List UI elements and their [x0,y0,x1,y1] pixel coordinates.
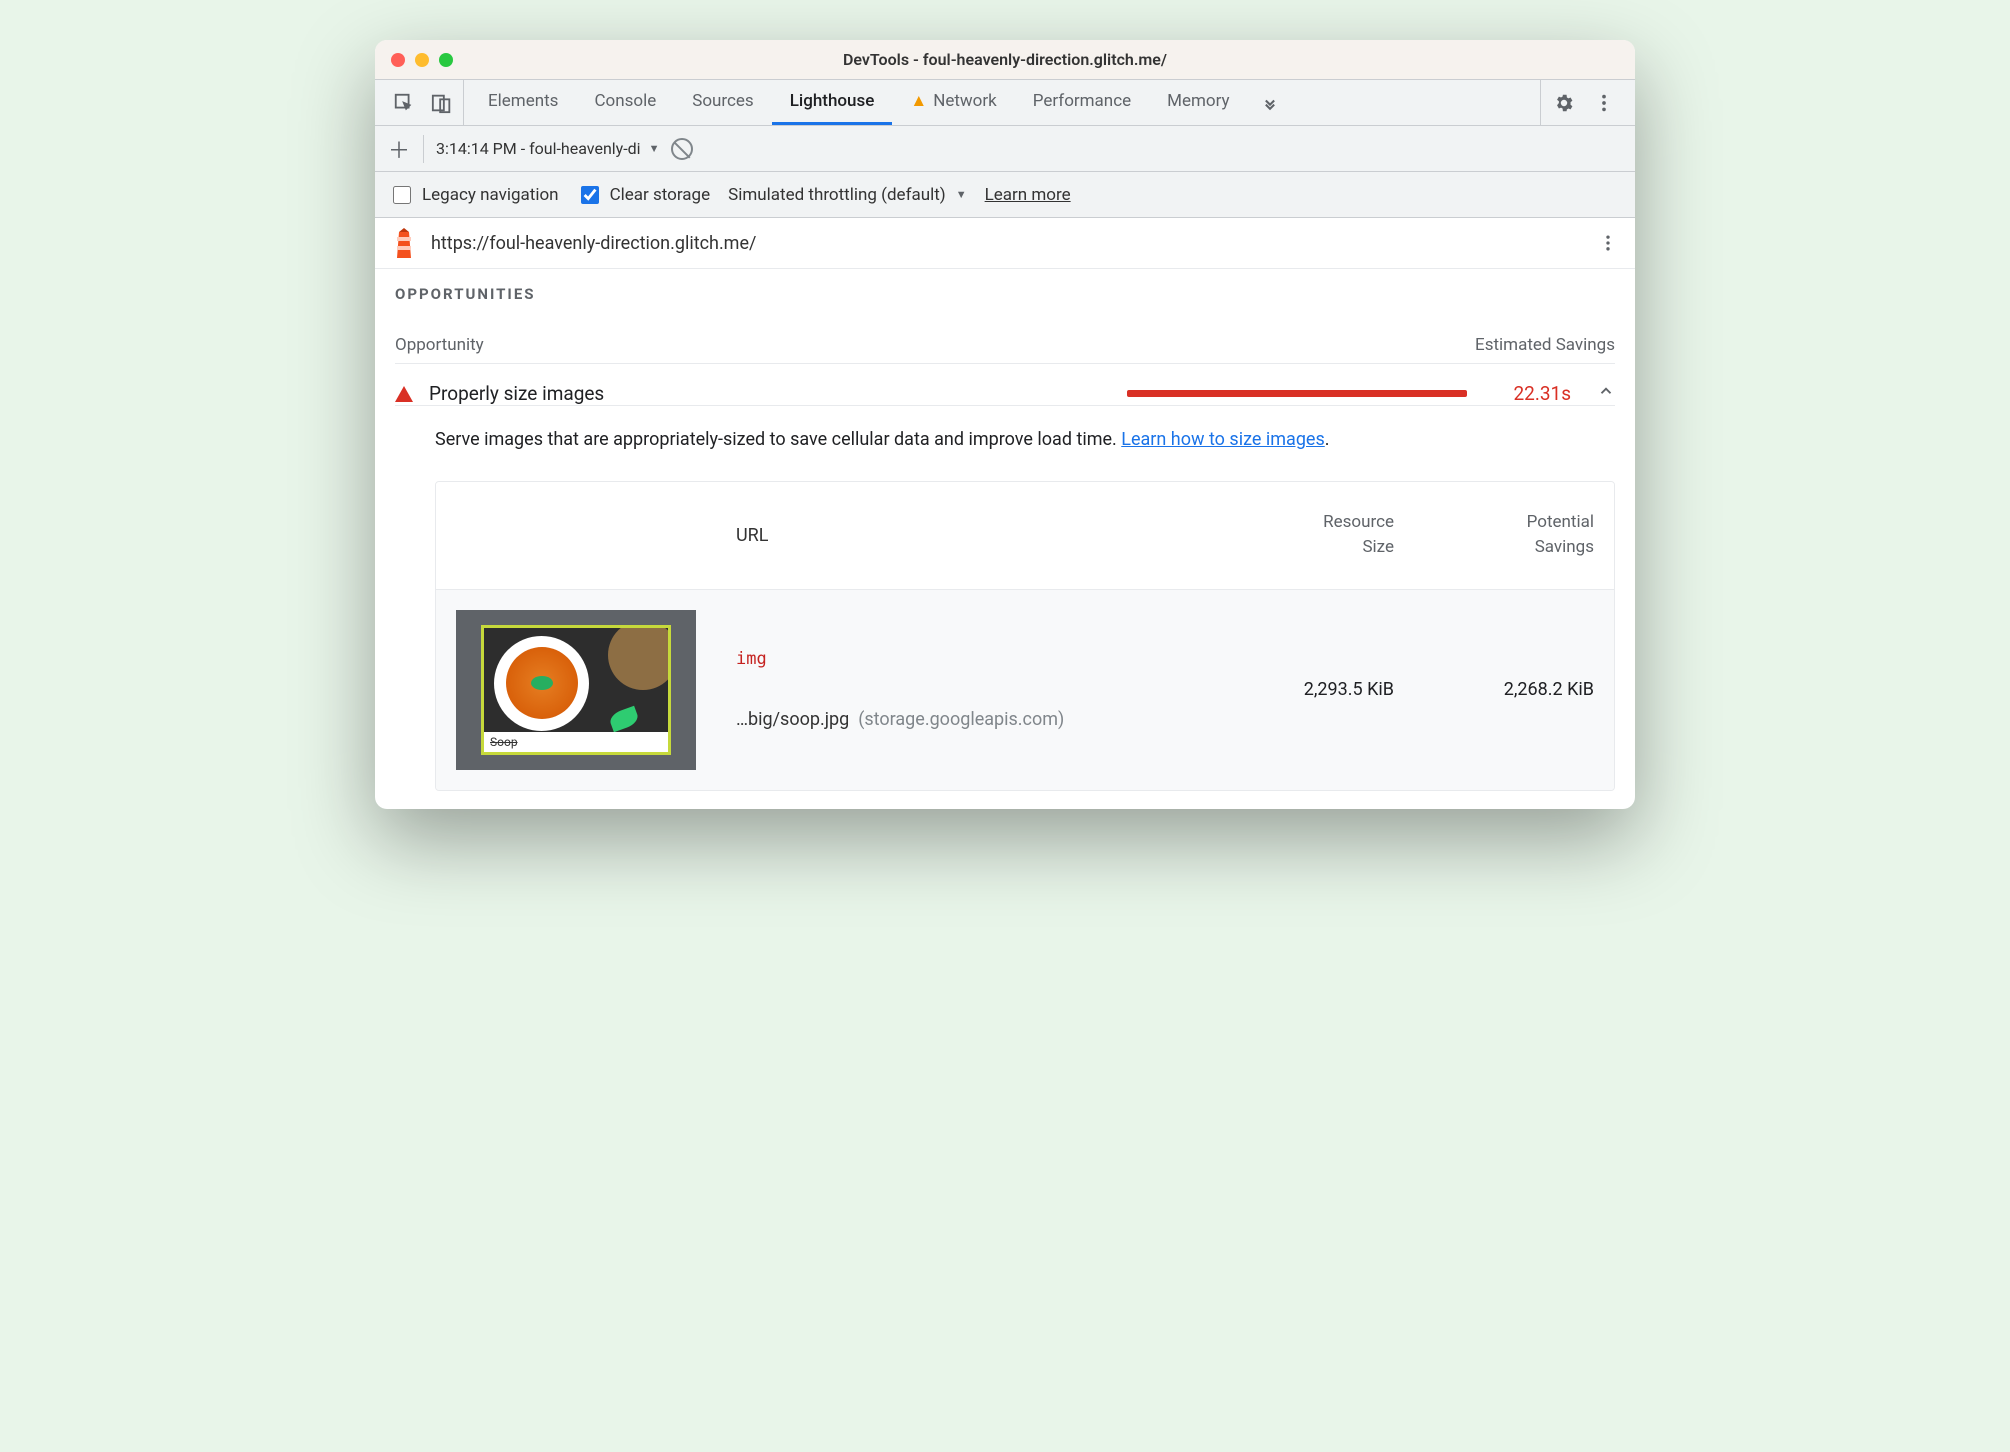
tab-lighthouse[interactable]: Lighthouse [772,80,893,125]
clear-storage-input[interactable] [581,186,599,204]
report-select[interactable]: 3:14:14 PM - foul-heavenly-di ▼ [436,139,659,158]
tab-sources[interactable]: Sources [674,80,771,125]
devtools-window: DevTools - foul-heavenly-direction.glitc… [375,40,1635,809]
report-url: https://foul-heavenly-direction.glitch.m… [431,233,1583,254]
section-title: OPPORTUNITIES [395,285,1615,303]
thumbnail-cell: Soop [436,590,716,790]
throttling-label: Simulated throttling (default) [728,185,946,205]
audit-row: Properly size images 22.31s Serve images… [395,363,1615,809]
report-url-row: https://foul-heavenly-direction.glitch.m… [375,218,1635,269]
detail-data-row: Soop img …big/soop.jpg (storage.googleap… [436,589,1614,790]
throttling-select[interactable]: Simulated throttling (default) ▼ [728,185,966,205]
audit-detail-table: URL ResourceSize PotentialSavings [435,481,1615,791]
audit-savings: 22.31s [1513,382,1571,405]
lighthouse-settings-bar: Legacy navigation Clear storage Simulate… [375,172,1635,218]
element-tag: img [736,649,1214,669]
window-controls [375,53,453,67]
report-select-label: 3:14:14 PM - foul-heavenly-di [436,139,641,158]
panel-tabs: Elements Console Sources Lighthouse ▲ Ne… [470,80,1540,125]
tab-network[interactable]: ▲ Network [892,80,1014,125]
opportunities-section: OPPORTUNITIES Opportunity Estimated Savi… [375,269,1635,809]
learn-more-link[interactable]: Learn more [985,185,1071,205]
audit-header[interactable]: Properly size images 22.31s [395,382,1615,405]
more-tabs-button[interactable] [1248,80,1292,125]
separator [423,135,424,163]
savings-bar [1127,390,1467,397]
tab-elements[interactable]: Elements [470,80,576,125]
audit-title: Properly size images [429,382,604,405]
tabs-strip: Elements Console Sources Lighthouse ▲ Ne… [375,80,1635,126]
caret-down-icon: ▼ [956,188,967,201]
kebab-menu-icon[interactable] [1593,92,1615,114]
tab-memory[interactable]: Memory [1149,80,1247,125]
soup-image [484,628,668,732]
potential-savings: 2,268.2 KiB [1414,659,1614,720]
resource-host: (storage.googleapis.com) [858,709,1064,730]
clear-storage-checkbox[interactable]: Clear storage [577,183,711,207]
col-resource-size: ResourceSize [1234,482,1414,589]
minimize-window-button[interactable] [415,53,429,67]
legacy-navigation-input[interactable] [393,186,411,204]
audit-description-text: Serve images that are appropriately-size… [435,429,1121,450]
legacy-navigation-label: Legacy navigation [422,185,559,205]
audit-description: Serve images that are appropriately-size… [395,405,1615,465]
col-opportunity: Opportunity [395,335,484,355]
lighthouse-icon [391,228,417,258]
thumb-caption: Soop [484,732,668,752]
fail-triangle-icon [395,386,413,402]
report-menu-icon[interactable] [1597,232,1619,254]
col-url: URL [716,494,1234,577]
thumbnail-preview: Soop [456,610,696,770]
new-report-button[interactable]: ＋ [387,137,411,161]
warning-icon: ▲ [910,91,927,111]
zoom-window-button[interactable] [439,53,453,67]
tab-console[interactable]: Console [576,80,674,125]
caret-down-icon: ▼ [649,142,660,155]
device-toolbar-icon[interactable] [431,92,453,114]
col-potential-savings: PotentialSavings [1414,482,1614,589]
titlebar: DevTools - foul-heavenly-direction.glitc… [375,40,1635,80]
clear-storage-label: Clear storage [610,185,711,205]
resource-path[interactable]: …big/soop.jpg [736,709,849,730]
url-cell: img …big/soop.jpg (storage.googleapis.co… [716,629,1234,750]
savings-bar-wrap [620,390,1467,397]
inspect-element-icon[interactable] [393,92,415,114]
settings-gear-icon[interactable] [1553,92,1575,114]
chevron-up-icon[interactable] [1597,382,1615,405]
clear-report-icon[interactable] [671,138,693,160]
col-savings: Estimated Savings [1475,335,1615,355]
legacy-navigation-checkbox[interactable]: Legacy navigation [389,183,559,207]
tab-performance[interactable]: Performance [1015,80,1149,125]
window-title: DevTools - foul-heavenly-direction.glitc… [375,50,1635,69]
detail-header-row: URL ResourceSize PotentialSavings [436,482,1614,589]
learn-size-images-link[interactable]: Learn how to size images [1121,429,1325,450]
lighthouse-toolbar: ＋ 3:14:14 PM - foul-heavenly-di ▼ [375,126,1635,172]
close-window-button[interactable] [391,53,405,67]
resource-size: 2,293.5 KiB [1234,659,1414,720]
opportunities-header: Opportunity Estimated Savings [395,327,1615,363]
